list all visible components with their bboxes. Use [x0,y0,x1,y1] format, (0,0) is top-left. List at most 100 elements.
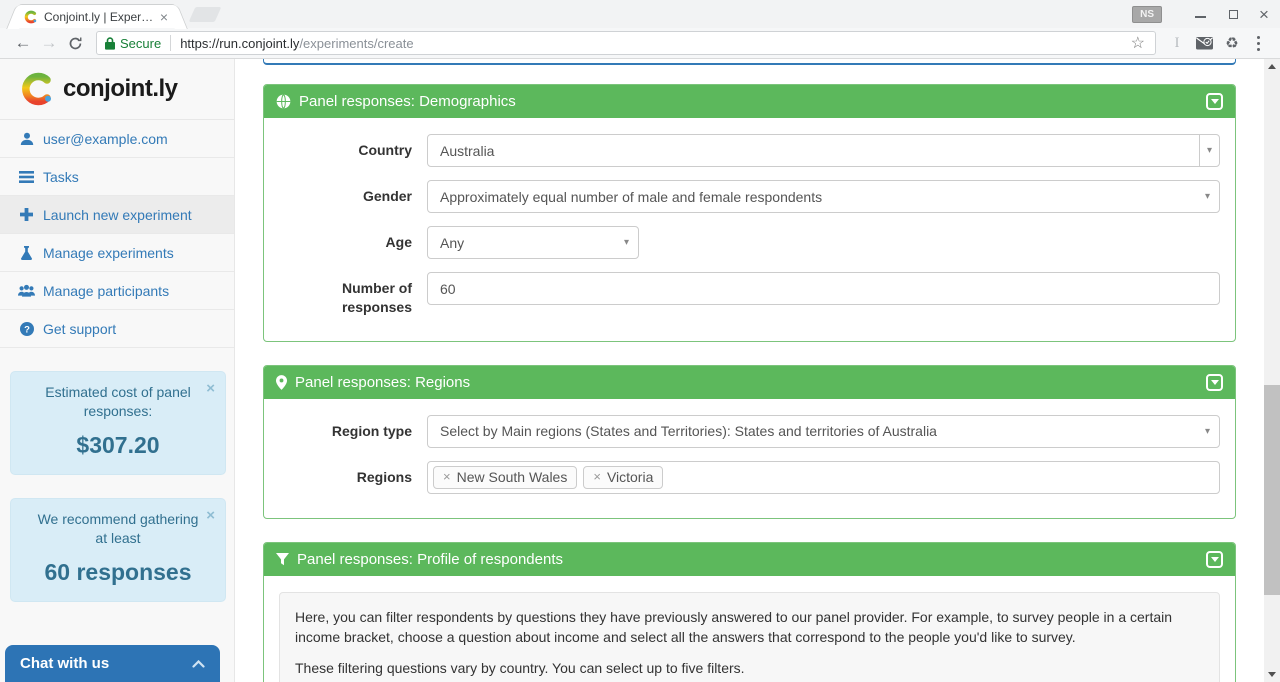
gender-label: Gender [279,180,427,213]
remove-tag-icon[interactable]: × [443,469,451,484]
sidebar-item-label: Manage participants [43,283,169,299]
dismiss-cost-box-icon[interactable]: × [206,379,215,399]
regions-label: Regions [279,461,427,494]
minimize-icon [1195,16,1206,18]
help-paragraph: These filtering questions vary by countr… [295,658,1204,678]
help-paragraph: Here, you can filter respondents by ques… [295,607,1204,648]
browser-window: Conjoint.ly | Experiment × NS × ← → [0,0,1280,682]
panel-title: Panel responses: Profile of respondents [297,551,563,568]
url-path: /experiments/create [299,36,413,51]
tasks-icon [18,171,35,183]
country-select[interactable]: Australia ▾ [427,134,1220,167]
bookmark-star-icon[interactable]: ☆ [1129,33,1147,53]
dismiss-recommendation-box-icon[interactable]: × [206,506,215,526]
window-controls: NS × [1132,0,1280,28]
gender-select[interactable]: Approximately equal number of male and f… [427,180,1220,213]
extension-i-icon[interactable]: I [1164,35,1190,52]
vertical-scrollbar[interactable] [1264,59,1280,682]
panel-demographics-header[interactable]: Panel responses: Demographics [264,85,1235,118]
age-value: Any [440,235,464,251]
url-host: https://run.conjoint.ly [180,36,299,51]
chat-with-us-button[interactable]: Chat with us [5,645,220,682]
titlebar: Conjoint.ly | Experiment × NS × [0,0,1280,28]
form-row: Regions × New South Wales × Victoria [279,461,1220,494]
number-of-responses-input[interactable] [427,272,1220,305]
secure-label[interactable]: Secure [120,36,161,51]
plus-icon [18,208,35,221]
recycle-extension-icon[interactable]: ♻ [1218,34,1246,52]
collapse-panel-icon[interactable] [1206,551,1223,568]
tab-close-icon[interactable]: × [156,9,172,25]
scroll-down-arrow[interactable] [1264,667,1280,682]
gender-value: Approximately equal number of male and f… [440,189,822,205]
users-icon [18,284,35,297]
region-tag-label: Victoria [607,469,653,485]
back-button[interactable]: ← [10,33,36,53]
sidebar-item-label: Get support [43,321,116,337]
close-button[interactable]: × [1248,1,1280,27]
sidebar-item-manage-experiments[interactable]: Manage experiments [0,234,234,272]
remove-tag-icon[interactable]: × [593,469,601,484]
chevron-down-icon: ▾ [1205,426,1210,437]
age-label: Age [279,226,427,259]
conjointly-logo-icon [20,70,56,108]
sidebar-item-label: Launch new experiment [43,207,192,223]
chevron-down-icon: ▾ [624,237,629,248]
panel-regions-header[interactable]: Panel responses: Regions [264,366,1235,399]
form-row: Region type Select by Main regions (Stat… [279,415,1220,448]
reload-icon [68,36,83,51]
panel-title: Panel responses: Regions [295,374,470,391]
user-icon [18,132,35,146]
map-marker-icon [276,375,287,390]
panel-profile: Panel responses: Profile of respondents … [263,542,1236,682]
logo-text: conjoint.ly [63,75,178,103]
collapse-panel-icon[interactable] [1206,374,1223,391]
estimated-cost-box: × Estimated cost of panel responses: $30… [10,371,226,475]
panel-demographics: Panel responses: Demographics Country Au… [263,84,1236,342]
globe-icon [276,94,291,109]
sidebar-item-launch-new-experiment[interactable]: Launch new experiment [0,196,234,234]
chevron-down-icon[interactable]: ▾ [1199,135,1219,166]
tab-title: Conjoint.ly | Experiment [44,10,156,24]
conjointly-logo[interactable]: conjoint.ly [0,59,234,120]
chevron-up-icon [192,660,205,668]
question-circle-icon: ? [18,322,35,336]
panel-regions: Panel responses: Regions Region type Sel… [263,365,1236,519]
collapse-panel-icon[interactable] [1206,93,1223,110]
panel-regions-body: Region type Select by Main regions (Stat… [264,399,1235,518]
form-row: Country Australia ▾ [279,134,1220,167]
profile-badge[interactable]: NS [1132,6,1162,23]
sidebar-item-account[interactable]: user@example.com [0,120,234,158]
new-tab-button[interactable] [189,7,222,22]
region-tag-label: New South Wales [457,469,568,485]
browser-tab[interactable]: Conjoint.ly | Experiment × [18,4,176,28]
minimize-button[interactable] [1184,1,1216,27]
sidebar-item-get-support[interactable]: ? Get support [0,310,234,348]
regions-multiselect[interactable]: × New South Wales × Victoria [427,461,1220,494]
recommendation-text: We recommend gathering at least [33,510,203,548]
form-row: Number of responses [279,272,1220,317]
sidebar-item-label: Manage experiments [43,245,174,261]
form-row: Gender Approximately equal number of mal… [279,180,1220,213]
region-type-select[interactable]: Select by Main regions (States and Terri… [427,415,1220,448]
chevron-down-icon: ▾ [1205,191,1210,202]
cost-box-text: Estimated cost of panel responses: [33,383,203,421]
cost-amount: $307.20 [33,430,203,461]
age-select[interactable]: Any ▾ [427,226,639,259]
restore-button[interactable] [1216,1,1248,27]
sidebar-item-manage-participants[interactable]: Manage participants [0,272,234,310]
region-type-value: Select by Main regions (States and Terri… [440,423,937,439]
forward-button[interactable]: → [36,33,62,53]
scroll-up-arrow[interactable] [1264,59,1280,74]
chrome-menu-button[interactable] [1246,34,1270,52]
url-text[interactable]: https://run.conjoint.ly/experiments/crea… [180,36,1128,51]
address-bar[interactable]: Secure https://run.conjoint.ly/experimen… [96,31,1156,55]
reload-button[interactable] [62,36,88,51]
scrollbar-thumb[interactable] [1264,385,1280,595]
envelope-icon [1196,37,1213,50]
svg-text:?: ? [24,324,30,335]
mail-extension-button[interactable] [1190,37,1218,50]
sidebar-item-tasks[interactable]: Tasks [0,158,234,196]
previous-panel-bottom-edge [263,59,1236,65]
panel-profile-header[interactable]: Panel responses: Profile of respondents [264,543,1235,576]
